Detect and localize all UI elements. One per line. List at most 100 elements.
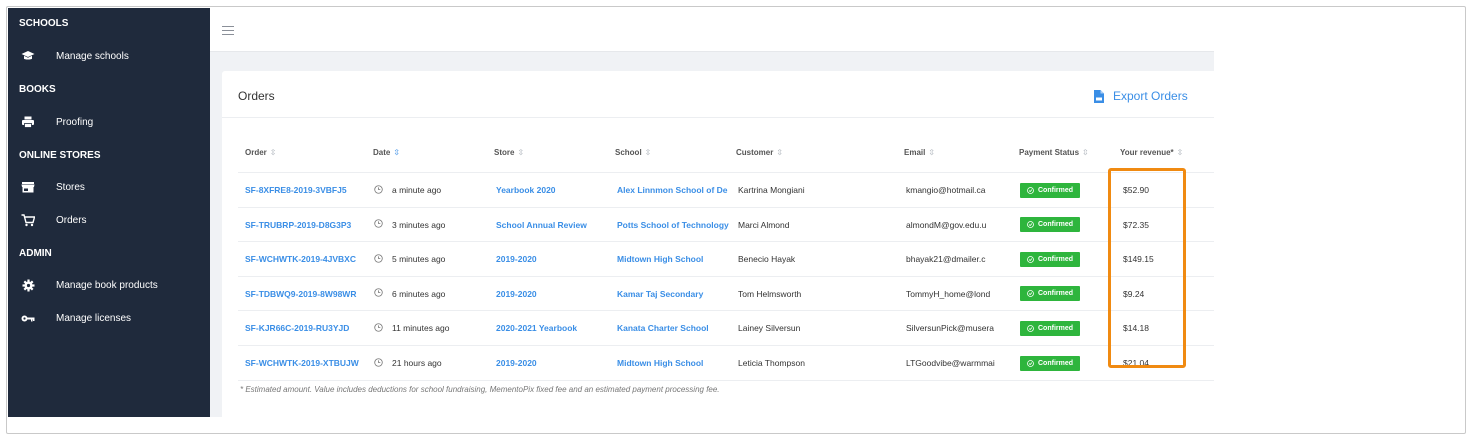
sort-icon: ⇳ (1082, 148, 1089, 157)
column-header-email[interactable]: Email ⇳ (904, 148, 935, 157)
order-id-link[interactable]: SF-TRUBRP-2019-D8G3P3 (245, 208, 370, 242)
order-id-link[interactable]: SF-KJR66C-2019-RU3YJD (245, 311, 370, 345)
customer-email: LTGoodvibe@warmmai (906, 358, 995, 368)
sidebar-item-orders[interactable]: Orders (8, 209, 210, 231)
hamburger-menu-icon[interactable] (222, 26, 234, 35)
store-link[interactable]: 2020-2021 Yearbook (496, 311, 612, 345)
sidebar-item-label: Manage book products (56, 279, 158, 291)
sidebar-item-label: Manage licenses (56, 312, 132, 324)
store-link[interactable]: Yearbook 2020 (496, 173, 612, 207)
school-link[interactable]: Kamar Taj Secondary (617, 277, 733, 311)
check-circle-icon (1027, 186, 1038, 194)
store-link[interactable]: 2019-2020 (496, 346, 612, 380)
revenue-amount: $149.15 (1123, 254, 1154, 265)
sidebar-item-label: Orders (56, 214, 87, 226)
order-date: 5 minutes ago (374, 242, 491, 276)
column-header-your-revenue[interactable]: Your revenue* ⇳ (1120, 148, 1183, 157)
customer-email: almondM@gov.edu.u (906, 219, 987, 230)
clock-icon (374, 184, 392, 196)
sidebar-item-manage-licenses[interactable]: Manage licenses (8, 307, 210, 329)
customer-name: Leticia Thompson (738, 358, 805, 368)
school-link[interactable]: Kanata Charter School (617, 311, 733, 345)
sidebar-item-manage-book-products[interactable]: Manage book products (8, 274, 210, 296)
revenue-amount: $9.24 (1123, 288, 1145, 299)
order-id-link[interactable]: SF-WCHWTK-2019-XTBUJW (245, 346, 370, 380)
table-row: SF-8XFRE8-2019-3VBFJ5 a minute ago Yearboo… (238, 173, 1214, 208)
sidebar-section-admin: ADMIN (19, 248, 52, 259)
sort-active-icon: ⇳ (393, 148, 401, 157)
order-date: 21 hours ago (374, 346, 491, 380)
payment-status: Confirmed (1020, 173, 1110, 207)
clock-icon (374, 219, 392, 230)
status-badge: Confirmed (1020, 320, 1080, 336)
date-text: 5 minutes ago (392, 254, 446, 265)
school-link[interactable]: Midtown High School (617, 242, 733, 276)
column-header-date[interactable]: Date ⇳ (373, 148, 400, 157)
sidebar-item-label: Proofing (56, 116, 94, 128)
cart-icon (20, 212, 36, 228)
orders-card: Orders Export Orders Order ⇳ Date ⇳ Store ⇳… (222, 71, 1214, 417)
payment-status: Confirmed (1020, 277, 1110, 311)
store-link[interactable]: 2019-2020 (496, 242, 612, 276)
store-icon (20, 179, 36, 195)
clock-icon (374, 323, 392, 334)
order-id-link[interactable]: SF-TDBWQ9-2019-8W98WR (245, 277, 370, 311)
store-link[interactable]: School Annual Review (496, 208, 612, 242)
column-header-store[interactable]: Store ⇳ (494, 148, 524, 157)
sort-icon: ⇳ (776, 148, 784, 157)
table-row: SF-TRUBRP-2019-D8G3P3 3 minutes ago School… (238, 208, 1214, 243)
sidebar-section-online-stores: ONLINE STORES (19, 150, 101, 161)
school-link[interactable]: Potts School of Technology (617, 208, 733, 242)
date-text: 11 minutes ago (392, 323, 450, 334)
column-header-order[interactable]: Order ⇳ (245, 148, 277, 157)
date-text: a minute ago (392, 185, 442, 195)
order-id-link[interactable]: SF-8XFRE8-2019-3VBFJ5 (245, 173, 370, 207)
sidebar-item-proofing[interactable]: Proofing (8, 111, 210, 133)
revenue-amount: $72.35 (1123, 219, 1149, 230)
customer-name: Lainey Silversun (738, 323, 801, 334)
sidebar-item-manage-schools[interactable]: Manage schools (8, 45, 210, 67)
clock-icon (374, 357, 392, 369)
sidebar-item-label: Stores (56, 181, 85, 193)
status-badge: Confirmed (1020, 217, 1080, 233)
school-link[interactable]: Alex Linnmon School of De (617, 173, 733, 207)
customer-name: Kartrina Mongiani (738, 185, 805, 195)
check-circle-icon (1027, 325, 1038, 332)
sidebar-section-schools: SCHOOLS (19, 18, 69, 29)
column-header-school[interactable]: School ⇳ (615, 148, 651, 157)
store-link[interactable]: 2019-2020 (496, 277, 612, 311)
column-header-customer[interactable]: Customer ⇳ (736, 148, 783, 157)
table-row: SF-WCHWTK-2019-4JVBXC 5 minutes ago 2019-2… (238, 242, 1214, 277)
sidebar-item-stores[interactable]: Stores (8, 176, 210, 198)
sort-icon: ⇳ (269, 148, 277, 157)
app-window: SCHOOLS Manage schools BOOKS Proofing ON… (0, 0, 1471, 437)
payment-status: Confirmed (1020, 346, 1110, 380)
table-row: SF-TDBWQ9-2019-8W98WR 6 minutes ago 2019-2… (238, 277, 1214, 312)
check-circle-icon (1027, 221, 1038, 228)
column-header-payment-status[interactable]: Payment Status ⇳ (1019, 148, 1089, 157)
key-icon (20, 310, 36, 326)
graduation-cap-icon (20, 48, 36, 64)
check-circle-icon (1027, 290, 1038, 298)
status-badge: Confirmed (1020, 182, 1080, 198)
order-date: 3 minutes ago (374, 208, 491, 242)
divider (222, 117, 1214, 118)
sort-icon: ⇳ (517, 148, 525, 157)
school-link[interactable]: Midtown High School (617, 346, 733, 380)
clock-icon (374, 254, 392, 265)
order-id-link[interactable]: SF-WCHWTK-2019-4JVBXC (245, 242, 370, 276)
order-date: 6 minutes ago (374, 277, 491, 311)
revenue-amount: $52.90 (1123, 185, 1149, 195)
status-badge: Confirmed (1020, 286, 1080, 302)
main-content: Orders Export Orders Order ⇳ Date ⇳ Store ⇳… (210, 8, 1214, 417)
date-text: 21 hours ago (392, 358, 442, 368)
date-text: 6 minutes ago (392, 288, 446, 299)
top-bar (210, 8, 1214, 52)
payment-status: Confirmed (1020, 311, 1110, 345)
table-row: SF-WCHWTK-2019-XTBUJW 21 hours ago 2019-20… (238, 346, 1214, 381)
export-orders-button[interactable]: Export Orders (1094, 89, 1188, 103)
sidebar-item-label: Manage schools (56, 50, 129, 62)
status-badge: Confirmed (1020, 251, 1080, 267)
clock-icon (374, 288, 392, 299)
customer-email: TommyH_home@lond (906, 288, 991, 299)
